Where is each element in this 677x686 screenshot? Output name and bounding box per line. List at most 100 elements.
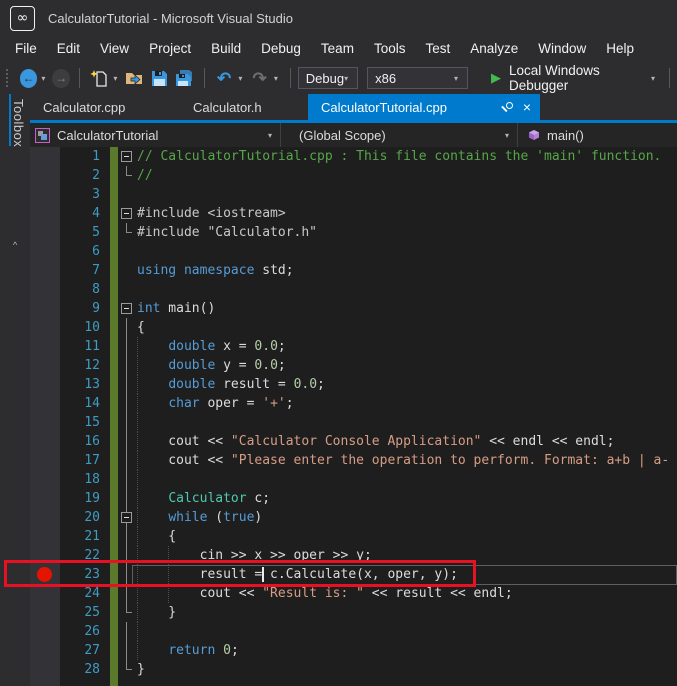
outline-margin[interactable] xyxy=(120,451,134,470)
code-text[interactable]: using namespace std; xyxy=(137,261,294,280)
code-line[interactable]: 18 xyxy=(30,470,677,489)
toolbox-tab[interactable]: Toolbox xyxy=(11,99,26,147)
menu-build[interactable]: Build xyxy=(201,36,251,62)
outline-margin[interactable] xyxy=(120,527,134,546)
code-line[interactable]: 4#include <iostream> xyxy=(30,204,677,223)
code-text[interactable]: } xyxy=(137,660,145,679)
code-line[interactable]: 2// xyxy=(30,166,677,185)
outline-margin[interactable] xyxy=(120,394,134,413)
code-text[interactable]: cin >> x >> oper >> y; xyxy=(137,546,372,565)
save-button[interactable] xyxy=(150,68,169,88)
solution-configuration-dropdown[interactable]: Debug ▾ xyxy=(298,67,358,89)
code-line[interactable]: 19 Calculator c; xyxy=(30,489,677,508)
tab-calculator.cpp[interactable]: Calculator.cpp xyxy=(30,94,180,120)
redo-button[interactable]: ↷ xyxy=(250,68,269,88)
collapse-box-icon[interactable] xyxy=(121,208,132,219)
outline-margin[interactable] xyxy=(120,318,134,337)
code-text[interactable]: { xyxy=(137,318,145,337)
code-text[interactable]: result = c.Calculate(x, oper, y); xyxy=(137,565,458,584)
code-text[interactable]: cout << "Please enter the operation to p… xyxy=(137,451,669,470)
menu-window[interactable]: Window xyxy=(528,36,596,62)
new-file-button[interactable] xyxy=(90,68,109,88)
code-text[interactable]: // CalculatorTutorial.cpp : This file co… xyxy=(137,147,661,166)
menu-tools[interactable]: Tools xyxy=(364,36,416,62)
code-text[interactable]: double y = 0.0; xyxy=(137,356,286,375)
menu-edit[interactable]: Edit xyxy=(47,36,90,62)
code-text[interactable]: cout << "Result is: " << result << endl; xyxy=(137,584,513,603)
code-line[interactable]: 10{ xyxy=(30,318,677,337)
outline-margin[interactable] xyxy=(120,413,134,432)
code-line[interactable]: 22 cin >> x >> oper >> y; xyxy=(30,546,677,565)
code-text[interactable]: double result = 0.0; xyxy=(137,375,325,394)
menu-project[interactable]: Project xyxy=(139,36,201,62)
outline-margin[interactable] xyxy=(120,356,134,375)
outline-margin[interactable] xyxy=(120,470,134,489)
outline-margin[interactable] xyxy=(120,432,134,451)
code-line[interactable]: 8 xyxy=(30,280,677,299)
member-dropdown[interactable]: main() xyxy=(518,123,677,147)
code-text[interactable]: } xyxy=(137,603,176,622)
code-line[interactable]: 16 cout << "Calculator Console Applicati… xyxy=(30,432,677,451)
menu-analyze[interactable]: Analyze xyxy=(460,36,528,62)
code-text[interactable]: #include "Calculator.h" xyxy=(137,223,317,242)
new-file-dropdown[interactable]: ▾ xyxy=(113,74,117,83)
navigate-back-button[interactable]: ← xyxy=(20,69,38,88)
code-text[interactable]: return 0; xyxy=(137,641,239,660)
code-line[interactable]: 6 xyxy=(30,242,677,261)
menu-team[interactable]: Team xyxy=(311,36,364,62)
breakpoint-indicator[interactable] xyxy=(37,567,52,582)
collapse-box-icon[interactable] xyxy=(121,151,132,162)
tab-calculator.h[interactable]: Calculator.h xyxy=(180,94,308,120)
code-line[interactable]: 15 xyxy=(30,413,677,432)
code-line[interactable]: 24 cout << "Result is: " << result << en… xyxy=(30,584,677,603)
outline-margin[interactable] xyxy=(120,166,134,185)
outline-margin[interactable] xyxy=(120,622,134,641)
code-line[interactable]: 1// CalculatorTutorial.cpp : This file c… xyxy=(30,147,677,166)
outline-margin[interactable] xyxy=(120,508,134,527)
navigate-back-dropdown[interactable]: ▾ xyxy=(41,74,45,83)
navigate-forward-button[interactable]: → xyxy=(52,69,70,88)
code-line[interactable]: 11 double x = 0.0; xyxy=(30,337,677,356)
code-line[interactable]: 3 xyxy=(30,185,677,204)
code-text[interactable]: // xyxy=(137,166,153,185)
undo-button[interactable]: ↶ xyxy=(215,68,234,88)
code-text[interactable]: #include <iostream> xyxy=(137,204,286,223)
menu-file[interactable]: File xyxy=(5,36,47,62)
code-line[interactable]: 17 cout << "Please enter the operation t… xyxy=(30,451,677,470)
tab-calculatortutorial.cpp[interactable]: CalculatorTutorial.cpp× xyxy=(308,94,540,120)
code-line[interactable]: 27 return 0; xyxy=(30,641,677,660)
open-file-button[interactable] xyxy=(125,68,144,88)
save-all-button[interactable] xyxy=(175,68,194,88)
collapse-box-icon[interactable] xyxy=(121,303,132,314)
outline-margin[interactable] xyxy=(120,584,134,603)
menu-help[interactable]: Help xyxy=(596,36,644,62)
code-text[interactable]: int main() xyxy=(137,299,215,318)
collapse-box-icon[interactable] xyxy=(121,512,132,523)
outline-margin[interactable] xyxy=(120,603,134,622)
outline-margin[interactable] xyxy=(120,546,134,565)
outline-margin[interactable] xyxy=(120,223,134,242)
outline-margin[interactable] xyxy=(120,489,134,508)
menu-test[interactable]: Test xyxy=(415,36,460,62)
code-text[interactable]: double x = 0.0; xyxy=(137,337,286,356)
code-text[interactable]: { xyxy=(137,527,176,546)
code-line[interactable]: 20 while (true) xyxy=(30,508,677,527)
outline-margin[interactable] xyxy=(120,565,134,584)
menu-view[interactable]: View xyxy=(90,36,139,62)
outline-margin[interactable] xyxy=(120,299,134,318)
pin-icon[interactable] xyxy=(501,101,514,113)
code-line[interactable]: 23 result = c.Calculate(x, oper, y); xyxy=(30,565,677,584)
undo-dropdown[interactable]: ▾ xyxy=(238,74,242,83)
code-line[interactable]: 12 double y = 0.0; xyxy=(30,356,677,375)
code-text[interactable]: Calculator c; xyxy=(137,489,270,508)
code-line[interactable]: 7using namespace std; xyxy=(30,261,677,280)
redo-dropdown[interactable]: ▾ xyxy=(274,74,278,83)
code-line[interactable]: 5#include "Calculator.h" xyxy=(30,223,677,242)
code-line[interactable]: 28} xyxy=(30,660,677,679)
code-line[interactable]: 9int main() xyxy=(30,299,677,318)
outline-margin[interactable] xyxy=(120,660,134,679)
outline-margin[interactable] xyxy=(120,204,134,223)
code-line[interactable]: 25 } xyxy=(30,603,677,622)
code-line[interactable]: 21 { xyxy=(30,527,677,546)
code-text[interactable]: char oper = '+'; xyxy=(137,394,294,413)
